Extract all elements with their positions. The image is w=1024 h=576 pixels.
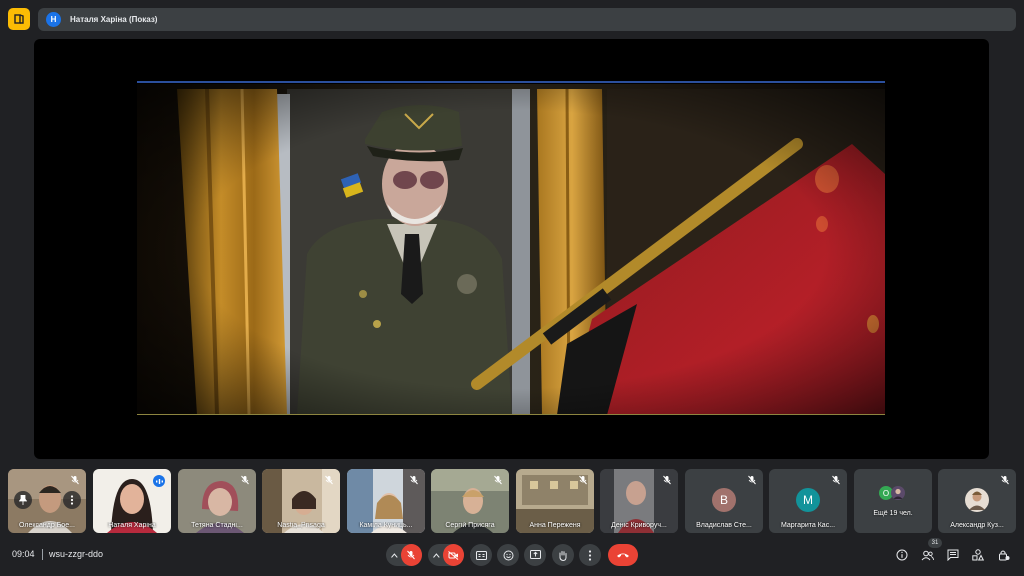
mic-off-icon[interactable]	[400, 544, 422, 566]
mic-off-icon	[71, 475, 79, 485]
mic-off-icon	[1001, 475, 1009, 485]
host-controls-icon[interactable]	[996, 547, 1012, 563]
participant-name: Олександр Бое...	[19, 522, 75, 529]
people-icon[interactable]	[919, 547, 935, 563]
participant-name: Анна Переженя	[529, 522, 581, 529]
mic-off-icon	[241, 475, 249, 485]
chevron-up-icon[interactable]	[391, 552, 398, 558]
participant-name: Владислав Сте...	[696, 522, 752, 529]
pin-icon[interactable]	[14, 491, 32, 509]
divider	[42, 549, 43, 560]
emoji-icon[interactable]	[497, 544, 519, 566]
mic-off-icon	[410, 475, 418, 485]
participants-count-badge: 31	[928, 538, 942, 548]
activities-icon[interactable]	[970, 547, 986, 563]
avatar: M	[796, 488, 820, 512]
speaking-indicator-icon	[153, 475, 165, 487]
video-top-border	[137, 81, 885, 83]
top-bar: Н Наталя Харіна (Показ)	[0, 0, 1024, 38]
control-bar: 09:04 wsu-zzgr-ddo	[0, 540, 1024, 570]
participant-tile[interactable]: Александр Куз...	[938, 469, 1016, 533]
info-icon[interactable]	[894, 547, 910, 563]
participant-name: Деніс Криворуч...	[611, 522, 667, 529]
more-participants-tile[interactable]: O Ещё 19 чел.	[854, 469, 932, 533]
participant-tile[interactable]: M Маргарита Кас...	[769, 469, 847, 533]
video-bottom-border	[137, 414, 885, 415]
hang-up-icon[interactable]	[608, 544, 638, 566]
participant-tile[interactable]: Деніс Криворуч...	[600, 469, 678, 533]
presentation-stage[interactable]	[34, 39, 989, 459]
mic-off-icon	[579, 475, 587, 485]
raise-hand-icon[interactable]	[552, 544, 574, 566]
participants-strip: Олександр Бое... Наталя Харіна Тетяна Ст…	[8, 469, 1018, 533]
participant-name: Nastia_Prisaga	[277, 522, 325, 529]
app-icon[interactable]	[8, 8, 30, 30]
presenter-label: Наталя Харіна (Показ)	[70, 15, 158, 24]
present-icon[interactable]	[524, 544, 546, 566]
more-options-icon[interactable]	[63, 491, 81, 509]
chevron-up-icon[interactable]	[433, 552, 440, 558]
participant-tile[interactable]: В Владислав Сте...	[685, 469, 763, 533]
camera-off-icon[interactable]	[442, 544, 464, 566]
microphone-control[interactable]	[386, 544, 422, 566]
participant-tile[interactable]: Сергій Присяга	[431, 469, 509, 533]
mic-off-icon	[748, 475, 756, 485]
clock: 09:04	[12, 549, 35, 559]
avatar	[965, 488, 989, 512]
avatar: В	[712, 488, 736, 512]
participant-tile[interactable]: Олександр Бое...	[8, 469, 86, 533]
tile-hover-controls	[14, 491, 81, 509]
captions-icon[interactable]	[470, 544, 492, 566]
presenter-avatar: Н	[46, 12, 61, 27]
presenting-banner[interactable]: Н Наталя Харіна (Показ)	[38, 8, 1016, 31]
participant-tile[interactable]: Тетяна Стадні...	[178, 469, 256, 533]
more-options-icon[interactable]	[579, 544, 601, 566]
participant-name: Тетяна Стадні...	[191, 522, 243, 529]
participant-tile[interactable]: Анна Переженя	[516, 469, 594, 533]
meeting-code: wsu-zzgr-ddo	[49, 549, 104, 559]
shared-video	[137, 84, 885, 415]
participant-name: Наталя Харіна	[108, 522, 156, 529]
participant-tile[interactable]: Наталя Харіна	[93, 469, 171, 533]
participant-tile[interactable]: Nastia_Prisaga	[262, 469, 340, 533]
chat-icon[interactable]	[945, 547, 961, 563]
participant-name: Александр Куз...	[950, 522, 1004, 529]
participant-tile[interactable]: Каміла Куниць...	[347, 469, 425, 533]
mic-off-icon	[494, 475, 502, 485]
more-participants-label: Ещё 19 чел.	[873, 510, 913, 517]
mic-off-icon	[325, 475, 333, 485]
camera-control[interactable]	[428, 544, 464, 566]
mic-off-icon	[663, 475, 671, 485]
participant-name: Сергій Присяга	[445, 522, 495, 529]
participant-name: Маргарита Кас...	[780, 522, 836, 529]
mic-off-icon	[832, 475, 840, 485]
participant-name: Каміла Куниць...	[359, 522, 413, 529]
avatar	[891, 486, 905, 500]
